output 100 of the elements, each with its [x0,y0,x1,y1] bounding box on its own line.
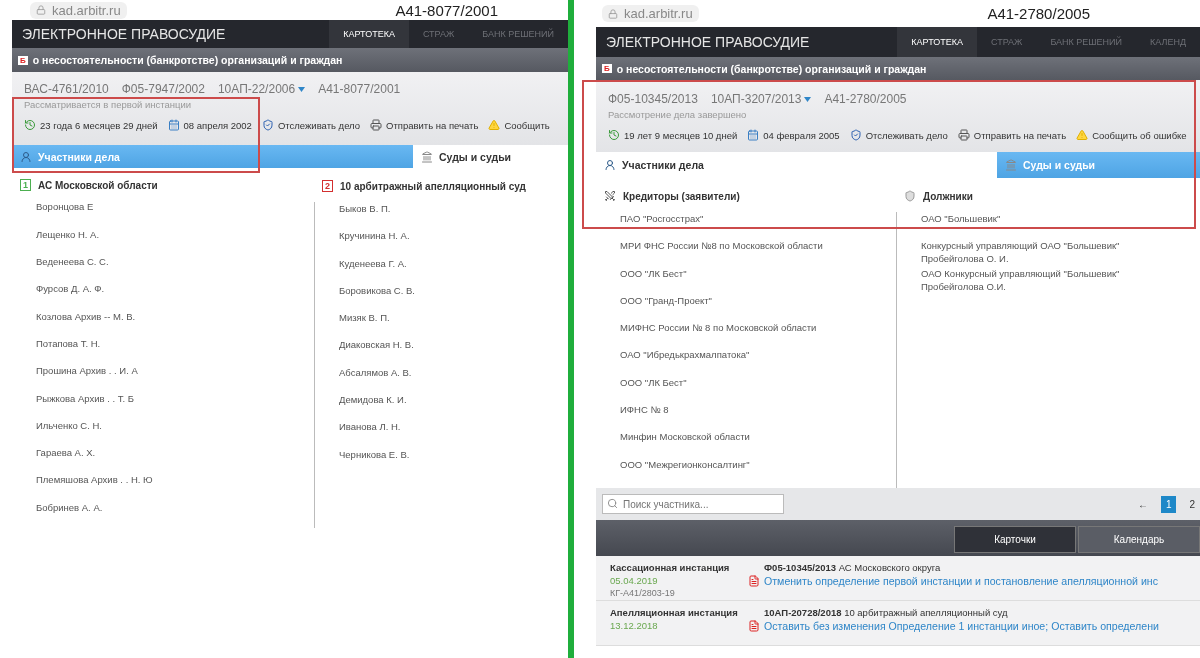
list-item[interactable]: Бобринев А. А. [36,500,314,528]
clock-arrow-icon [608,129,620,141]
list-item[interactable]: МИФНС России № 8 по Московской области [620,321,896,349]
caret-icon [804,96,812,102]
category-badge: Б [18,55,28,65]
list-item[interactable]: ООО "ЛК Бест" [620,266,896,294]
building-icon [1005,159,1017,171]
pdf-icon [748,620,760,632]
category-title: о несостоятельности (банкротстве) организаций и граждан [616,62,927,75]
list-item[interactable]: Прошина Архив . . И. А [36,364,314,392]
case-action[interactable]: Отслеживать дело [261,119,361,131]
page-button[interactable]: 1 [1160,495,1177,513]
list-item[interactable]: Потапова Т. Н. [36,336,314,365]
list-item[interactable]: Кручинина Н. А. [339,229,564,257]
person-icon [20,150,32,163]
case-action[interactable]: Сообщить об ошибке [1076,129,1187,141]
instance-case: 10АП-20728/2018 10 арбитражный апелляционный суд [763,607,1009,618]
list-item[interactable]: Конкурсный управляющий ОАО "Большевик" Пробейголова О. И. [921,239,1200,267]
list-item[interactable]: Племяшова Архив . . Н. Ю [36,473,314,501]
case-action[interactable]: Отправить на печать [957,129,1067,141]
calendar-icon [747,129,760,141]
list-item[interactable]: Фурсов Д. А. Ф. [36,282,314,310]
swords-icon [604,190,616,202]
list-item[interactable]: Абсалямов А. В. [339,365,564,394]
case-number[interactable]: Ф05-7947/2002 [121,82,205,96]
decision-link[interactable]: Оставить без изменения Определение 1 инстанции иное; Оставить определени [764,620,1159,632]
nav-tab[interactable]: КАРТОТЕКА [329,20,409,48]
calendar-icon [167,119,180,131]
case-action[interactable]: Отслеживать дело [849,129,948,141]
column-title: Кредиторы (заявители) [623,190,740,202]
page-title: А41-8077/2001 [395,1,498,19]
instance-name: Апелляционная инстанция [610,607,739,618]
site-title: ЭЛЕКТРОННОЕ ПРАВОСУДИЕ [21,26,227,42]
nav-tab[interactable]: КАРТОТЕКА [897,27,977,57]
case-number[interactable]: А41-2780/2005 [824,92,907,106]
case-action: 08 апреля 2002 [167,119,252,131]
case-action: 19 лет 9 месяцев 10 дней [608,129,738,141]
list-item[interactable]: Рыжкова Архив . . Т. Б [36,391,314,419]
number-badge: 2 [322,180,333,192]
instance-number: КГ-А41/2803-19 [610,588,676,598]
list-item[interactable]: Гараева А. Х. [36,446,314,474]
printer-icon [370,119,383,131]
list-item[interactable]: Иванова Л. Н. [339,420,564,448]
instance-date: 13.12.2018 [610,620,659,631]
case-action: 23 года 6 месяцев 29 дней [24,119,158,131]
list-item[interactable]: Демидова К. И. [339,393,564,421]
list-item[interactable]: ОАО "Ибредькрахмалпатока" [620,348,896,376]
list-item[interactable]: ИФНС № 8 [620,403,896,431]
number-badge: 1 [20,179,31,192]
list-item[interactable]: Быков В. П. [339,202,564,230]
list-item[interactable]: Лещенко Н. А. [36,227,314,256]
shield-icon [904,190,916,202]
view-tab[interactable]: Карточки [954,526,1076,553]
shield-icon [849,129,862,141]
list-item[interactable]: Диаковская Н. В. [339,338,564,366]
column-title: АС Московской области [38,179,158,191]
warning-icon [1076,129,1089,141]
page-button[interactable]: 2 [1184,495,1200,513]
list-item[interactable]: Козлова Архив -- М. В. [36,309,314,337]
lock-icon [36,5,46,15]
list-item[interactable]: МРИ ФНС России №8 по Московской области [620,239,896,267]
list-item[interactable]: Минфин Московской области [620,430,896,458]
list-item[interactable]: Черникова Е. В. [339,447,564,475]
list-item[interactable]: ОАО "Большевик" [921,212,1200,240]
shield-icon [261,119,274,131]
lock-icon [608,8,618,19]
category-title: о несостоятельности (банкротстве) организаций и граждан [32,54,343,66]
page-button[interactable]: ← [1132,495,1153,513]
list-item[interactable]: ООО "ЛК Бест" [620,375,896,404]
list-item[interactable]: Куденеева Г. А. [339,256,564,284]
case-number[interactable]: ВАС-4761/2010 [24,82,109,96]
case-number[interactable]: А41-8077/2001 [318,82,401,96]
list-item[interactable]: Мизяк В. П. [339,311,564,339]
category-badge: Б [602,64,612,73]
column-title: Должники [923,190,973,202]
instance-case: Ф05-10345/2013 АС Московского округа [763,562,942,573]
case-number[interactable]: 10АП-22/2006 [217,82,306,96]
list-item[interactable]: ООО "Межрегионконсалтинг" [620,457,896,485]
list-item[interactable]: ПАО "Росгосстрах" [620,212,896,240]
printer-icon [957,129,970,141]
list-item[interactable]: ОАО Конкурсный управляющий "Большевик" Пробейголова О.И. [921,266,1200,294]
list-item[interactable]: Ильченко С. Н. [36,418,314,447]
case-number[interactable]: 10АП-3207/2013 [710,92,812,106]
case-action[interactable]: Отправить на печать [370,119,479,131]
caret-icon [298,86,306,92]
list-item[interactable]: Воронцова Е [36,200,314,228]
case-number[interactable]: Ф05-10345/2013 [608,92,698,106]
instance-name: Кассационная инстанция [610,562,731,573]
list-item[interactable]: ООО "Гранд-Проект" [620,293,896,322]
search-icon [607,498,618,509]
view-tab[interactable]: Календарь [1078,526,1200,553]
list-item[interactable]: Боровикова С. В. [339,283,564,312]
search-field[interactable]: Поиск участника... [602,494,784,514]
case-action: 04 февраля 2005 [747,129,840,141]
decision-link[interactable]: Отменить определение первой инстанции и постановление апелляционной инс [764,575,1158,587]
case-action[interactable]: Сообщить [488,119,550,131]
pdf-icon [748,575,760,587]
page-title: А41-2780/2005 [987,5,1090,22]
column-title: 10 арбитражный апелляционный суд [340,180,526,192]
list-item[interactable]: Веденеева С. С. [36,255,314,283]
